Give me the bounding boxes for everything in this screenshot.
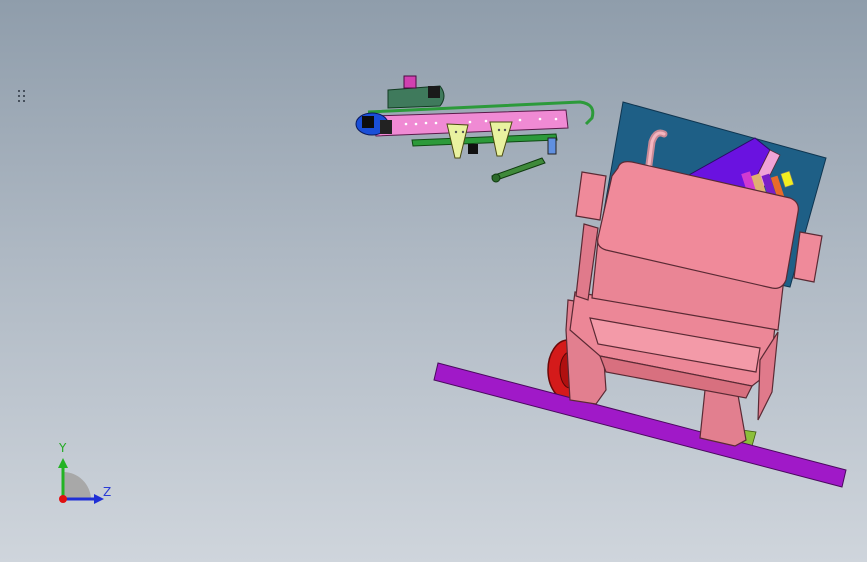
triad-z-label: Z [103,485,112,499]
triad-y-label: Y [59,441,67,455]
3d-graphics-viewport[interactable]: Y Z [0,0,867,562]
arm-assembly [355,75,595,183]
right-leg [699,389,747,447]
green-rod [411,133,558,147]
left-mirror [575,171,607,221]
coordinate-triad-icon [58,458,104,504]
ground-bar [433,362,847,488]
truck-cab [565,161,823,447]
cad-model[interactable] [0,0,867,562]
